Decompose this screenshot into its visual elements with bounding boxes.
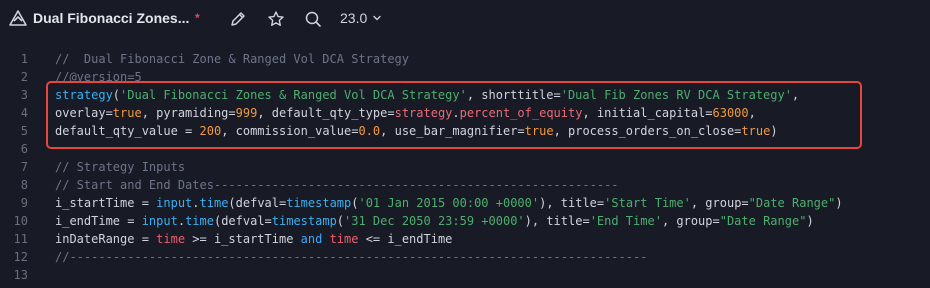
code-line[interactable]: 7 // Strategy Inputs [0, 158, 930, 176]
code-token: time [185, 214, 214, 228]
code-text: inDateRange = time >= i_startTime and ti… [55, 230, 452, 248]
code-token: inDateRange = [55, 232, 157, 246]
code-token: i_startTime = [55, 196, 157, 210]
code-token: time [329, 232, 359, 246]
line-number: 1 [20, 52, 28, 66]
unsaved-marker: * [195, 11, 200, 25]
code-line[interactable]: 10 i_endTime = input.time(defval=timestam… [0, 212, 930, 230]
code-token: (defval= [213, 214, 272, 228]
code-token: 'End Time' [589, 214, 662, 228]
editor-toolbar: Dual Fibonacci Zones... * 23.0 [0, 0, 930, 38]
code-token: , group= [661, 214, 720, 228]
version-selector[interactable]: 23.0 [340, 10, 382, 26]
code-text: // Strategy Inputs [55, 158, 185, 176]
code-token: // Start and End Dates------------------… [55, 178, 619, 192]
version-label: 23.0 [340, 10, 368, 26]
line-number: 2 [20, 70, 28, 84]
highlight-annotation-box [46, 81, 862, 149]
code-token: . [177, 214, 186, 228]
line-number: 8 [20, 178, 28, 192]
code-token: // Dual Fibonacci Zone & Ranged Vol DCA … [55, 52, 410, 66]
code-token: <= i_endTime [358, 232, 453, 246]
code-token: '31 Dec 2050 23:59 +0000' [344, 214, 525, 228]
code-token: input [141, 214, 178, 228]
code-text: // Start and End Dates------------------… [55, 176, 619, 194]
code-token: input [156, 196, 193, 210]
line-number: 11 [13, 232, 28, 246]
code-line[interactable]: 11 inDateRange = time >= i_startTime and … [0, 230, 930, 248]
code-token: and [300, 232, 323, 246]
code-token: timestamp [286, 196, 352, 210]
line-number: 7 [20, 160, 28, 174]
code-token: ), title= [539, 196, 605, 210]
code-text: //--------------------------------------… [55, 248, 647, 266]
code-token: 'Start Time' [604, 196, 691, 210]
code-token: , group= [690, 196, 749, 210]
line-number: 5 [20, 124, 28, 138]
code-token: '01 Jan 2015 00:00 +0000' [358, 196, 540, 210]
pine-logo-icon [9, 10, 27, 26]
pencil-icon[interactable] [228, 9, 248, 29]
code-token: //--------------------------------------… [55, 250, 648, 264]
line-number: 4 [20, 106, 28, 120]
code-token: ), title= [524, 214, 590, 228]
code-text: i_startTime = input.time(defval=timestam… [55, 194, 843, 212]
line-number: 6 [20, 142, 28, 156]
code-line[interactable]: 12 //------------------------------------… [0, 248, 930, 266]
code-token: i_endTime = [55, 214, 142, 228]
code-token: // Strategy Inputs [55, 160, 186, 174]
line-number: 3 [20, 88, 28, 102]
code-token: ) [835, 196, 843, 210]
code-line[interactable]: 8 // Start and End Dates-----------------… [0, 176, 930, 194]
code-line[interactable]: 9 i_startTime = input.time(defval=timesta… [0, 194, 930, 212]
search-icon[interactable] [303, 9, 323, 29]
star-icon[interactable] [266, 9, 286, 29]
code-token: ( [336, 214, 345, 228]
script-title[interactable]: Dual Fibonacci Zones... [33, 10, 189, 26]
code-token: (defval= [228, 196, 287, 210]
code-line[interactable]: 1 // Dual Fibonacci Zone & Ranged Vol DCA… [0, 50, 930, 68]
chevron-down-icon [373, 15, 381, 21]
line-number: 12 [13, 250, 28, 264]
code-token: "Date Range" [748, 196, 836, 210]
code-token: >= i_startTime [185, 232, 301, 246]
line-number: 13 [13, 268, 28, 282]
code-token: time [199, 196, 229, 210]
code-token: time [156, 232, 186, 246]
code-token: timestamp [271, 214, 337, 228]
line-number: 10 [13, 214, 28, 228]
code-token: ) [806, 214, 814, 228]
code-line[interactable]: 13 [0, 266, 930, 284]
code-token: "Date Range" [719, 214, 807, 228]
line-number: 9 [20, 196, 28, 210]
code-text: // Dual Fibonacci Zone & Ranged Vol DCA … [55, 50, 409, 68]
code-text: i_endTime = input.time(defval=timestamp(… [55, 212, 814, 230]
code-token: . [192, 196, 200, 210]
